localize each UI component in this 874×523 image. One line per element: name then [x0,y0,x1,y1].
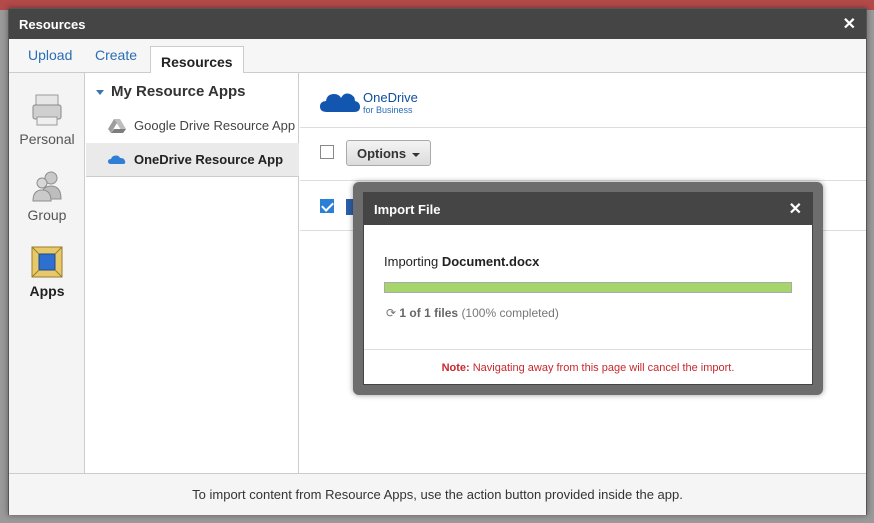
dialog-header: Import File ✕ [364,193,812,225]
nav-item-personal[interactable]: Personal [9,93,85,147]
nav-item-apps[interactable]: Apps [9,245,85,299]
tab-bar: Upload Create Resources [9,39,866,74]
footer: To import content from Resource Apps, us… [9,473,866,515]
app-item-google-drive[interactable]: Google Drive Resource App [86,109,299,143]
onedrive-icon [108,155,126,164]
apps-header[interactable]: My Resource Apps [96,83,245,100]
nav-item-apps-label: Apps [29,283,65,299]
nav-item-group-label: Group [27,207,67,223]
brand-line2: for Business [363,105,413,115]
dialog-note: Note: Navigating away from this page wil… [364,349,812,386]
dialog-close-icon[interactable]: ✕ [789,199,802,219]
apps-icon [31,246,63,278]
sync-icon: ⟳ [386,306,397,320]
note-text: Navigating away from this page will canc… [472,362,735,374]
progress-bar [384,282,792,293]
dropdown-arrow-icon [412,152,421,157]
app-item-onedrive[interactable]: OneDrive Resource App [86,143,299,177]
tab-upload[interactable]: Upload [28,47,72,63]
importing-text: Importing Document.docx [384,254,539,269]
importing-filename: Document.docx [441,254,540,269]
importing-prefix: Importing [384,254,439,269]
footer-text: To import content from Resource Apps, us… [192,487,683,502]
brand-line1: OneDrive [363,90,418,105]
left-nav: Personal Group Apps [9,73,85,473]
onedrive-business-logo: OneDrive for Business [320,87,420,117]
status-count: 1 of 1 files [399,306,459,320]
status-percent: (100% completed) [461,306,559,320]
progress-fill [385,283,791,292]
google-drive-icon [108,119,126,133]
people-icon [32,171,62,202]
dialog-body: Importing Document.docx ⟳ 1 of 1 files (… [364,225,812,349]
options-button[interactable]: Options [346,140,432,166]
onedrive-cloud-icon [320,93,360,112]
apps-header-label: My Resource Apps [111,83,246,100]
window-title: Resources [19,17,86,32]
nav-item-group[interactable]: Group [9,169,85,223]
apps-panel: My Resource Apps Google Drive Resource A… [86,73,299,473]
file-checkbox[interactable] [320,199,334,213]
printer-icon [32,94,62,126]
note-label: Note: [441,362,470,374]
import-file-dialog: Import File ✕ Importing Document.docx ⟳ … [363,192,813,385]
progress-status: ⟳ 1 of 1 files (100% completed) [386,306,559,320]
options-button-label: Options [357,146,407,161]
tab-resources[interactable]: Resources [150,46,244,74]
app-item-onedrive-label: OneDrive Resource App [134,152,284,167]
nav-item-personal-label: Personal [19,131,75,147]
select-all-checkbox[interactable] [320,145,334,159]
toolbar-row: Options [300,127,866,181]
dialog-title: Import File [374,202,441,217]
caret-down-icon [96,89,104,95]
window-close-icon[interactable]: ✕ [843,14,856,34]
import-file-dialog-frame: Import File ✕ Importing Document.docx ⟳ … [353,182,823,395]
window-titlebar: Resources ✕ [9,9,866,39]
tab-create[interactable]: Create [95,47,137,63]
app-item-google-drive-label: Google Drive Resource App [134,118,296,133]
